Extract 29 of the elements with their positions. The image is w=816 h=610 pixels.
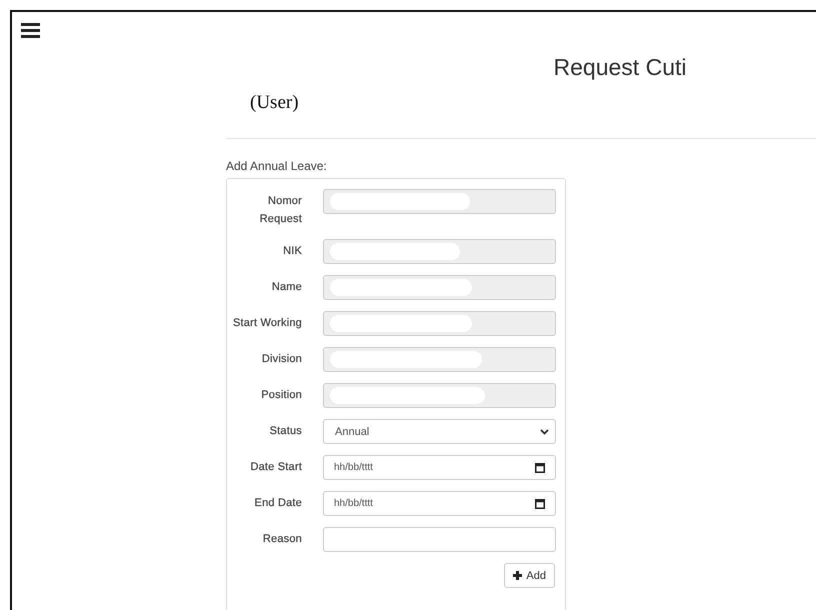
menu-icon[interactable] [21,23,40,38]
field-label: Position [260,388,302,403]
readonly-field[interactable] [323,239,556,264]
reason-field[interactable] [323,527,556,552]
field-label: Nomor Request [258,194,302,227]
page-title: Request Cuti [554,54,686,81]
readonly-field[interactable] [323,189,556,214]
readonly-field[interactable] [323,383,556,408]
readonly-field[interactable] [323,275,556,300]
field-label: Division [260,352,302,367]
field-label: End Date [254,496,302,511]
field-label: Start Working [232,316,302,331]
chevron-down-icon [540,428,549,434]
plus-icon [513,571,522,580]
field-label: Name [270,280,302,295]
date-field[interactable]: hh/bb/tttt [323,455,556,480]
field-label: Date Start [249,460,302,475]
user-name: (User) [250,92,299,114]
field-label: Reason [262,532,302,547]
add-button[interactable]: Add [504,563,555,588]
readonly-field[interactable] [323,347,556,372]
field-label: NIK [282,244,302,259]
field-label: Status [268,424,302,439]
status-select[interactable]: Annual [323,419,556,444]
calendar-icon[interactable] [535,462,545,472]
readonly-field[interactable] [323,311,556,336]
calendar-icon[interactable] [535,498,545,508]
form-heading: Add Annual Leave: [226,159,328,173]
date-field[interactable]: hh/bb/tttt [323,491,556,516]
